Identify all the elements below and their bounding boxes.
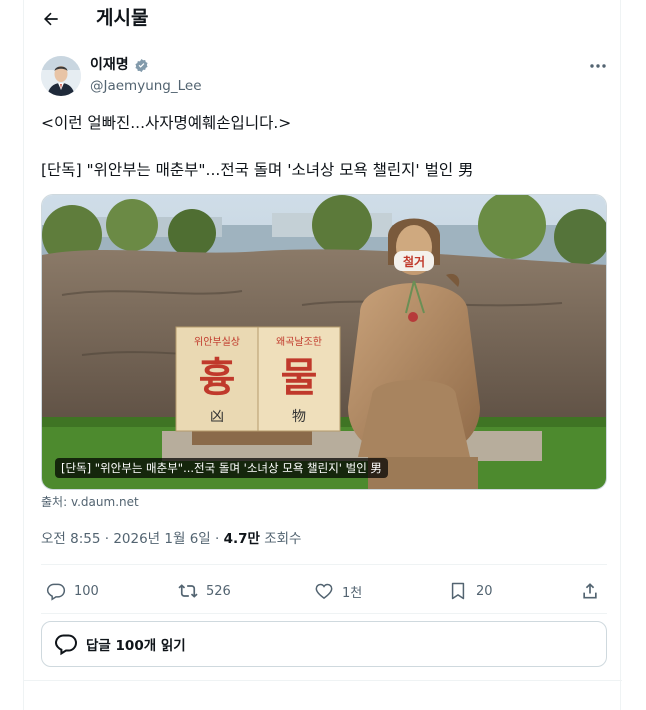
sign-right-big: 물 <box>281 355 318 401</box>
reply-count: 100 <box>74 583 99 599</box>
divider <box>41 564 607 565</box>
like-count: 1천 <box>342 585 363 601</box>
bookmark-button[interactable]: 20 <box>448 580 493 602</box>
repost-count: 526 <box>206 583 231 599</box>
sign-right-small: 왜곡날조한 <box>276 336 322 348</box>
read-replies-button[interactable]: 답글 100개 읽기 <box>41 621 607 667</box>
link-card-image[interactable]: 위안부실상 흉 凶 왜곡날조한 물 物 철거 [단독] "위안부는 매춘부"..… <box>41 194 607 490</box>
arrow-left-icon <box>44 12 58 26</box>
view-label: 조회수 <box>259 531 302 547</box>
post-text-line-1: <이런 얼빠진...사자명예훼손입니다.> <box>41 114 292 132</box>
heart-icon <box>315 583 333 599</box>
repost-icon <box>178 584 198 598</box>
bookmark-count: 20 <box>476 583 493 599</box>
sign-left-big: 흉 <box>199 355 236 401</box>
reply-button[interactable]: 100 <box>46 580 99 602</box>
divider <box>41 613 607 614</box>
header: 게시물 <box>24 0 622 38</box>
sign-left-small: 위안부실상 <box>194 335 240 348</box>
bookmark-icon <box>451 582 465 600</box>
link-source[interactable]: 출처: v.daum.net <box>41 494 139 510</box>
post-column: 게시물 이재명 @Jaemyung_Lee <이런 얼빠진...사자명예훼손입니… <box>23 0 622 710</box>
reply-icon <box>46 583 66 601</box>
post-timestamp[interactable]: 오전 8:55 · 2026년 1월 6일 · <box>41 531 224 547</box>
sign-right-hanja: 物 <box>292 409 306 425</box>
sign-left-hanja: 凶 <box>210 409 224 425</box>
statue-photo: 위안부실상 흉 凶 왜곡날조한 물 物 철거 <box>42 195 606 489</box>
read-replies-label: 답글 100개 읽기 <box>86 638 186 654</box>
verified-badge-icon <box>135 58 148 73</box>
view-count: 4.7만 <box>223 531 260 547</box>
mask-text: 철거 <box>403 254 425 269</box>
author-handle[interactable]: @Jaemyung_Lee <box>90 77 202 95</box>
more-icon <box>590 64 606 68</box>
post-meta: 오전 8:55 · 2026년 1월 6일 · 4.7만 조회수 <box>41 530 301 548</box>
more-options-button[interactable] <box>586 58 610 74</box>
divider <box>24 680 622 681</box>
avatar[interactable] <box>41 56 81 96</box>
back-button[interactable] <box>38 6 64 32</box>
like-button[interactable]: 1천 <box>314 580 362 602</box>
repost-button[interactable]: 526 <box>178 580 231 602</box>
share-icon <box>583 583 597 599</box>
post-text-line-2: [단독] "위안부는 매춘부"...전국 돌며 '소녀상 모욕 챌린지' 벌인 … <box>41 161 474 179</box>
share-button[interactable] <box>580 580 600 602</box>
reply-bubble-icon <box>54 634 78 656</box>
media-caption: [단독] "위안부는 매춘부"...전국 돌며 '소녀상 모욕 챌린지' 벌인 … <box>55 458 388 478</box>
page-title: 게시물 <box>96 7 149 29</box>
author-name[interactable]: 이재명 <box>90 56 129 74</box>
